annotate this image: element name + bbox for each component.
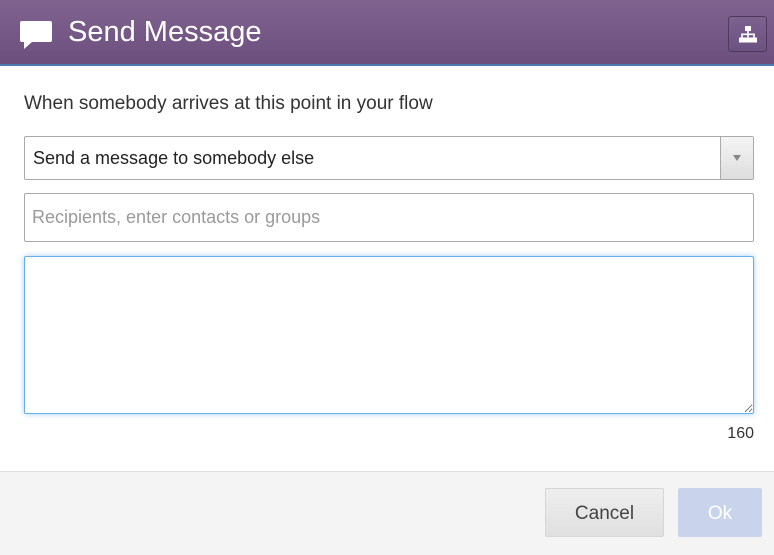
chevron-down-icon (733, 155, 741, 161)
flow-view-button[interactable] (728, 16, 767, 52)
action-select-value: Send a message to somebody else (33, 148, 315, 168)
action-select[interactable]: Send a message to somebody else (24, 136, 754, 180)
message-textarea[interactable] (24, 256, 754, 414)
dialog-title: Send Message (68, 16, 262, 48)
dialog-footer: Cancel Ok (0, 471, 774, 555)
cancel-button[interactable]: Cancel (545, 488, 664, 537)
recipients-input[interactable] (24, 193, 754, 242)
dialog-header: Send Message (0, 0, 774, 66)
send-message-dialog: Send Message When somebody arrives at th… (0, 0, 774, 555)
ok-button[interactable]: Ok (678, 488, 762, 537)
intro-text: When somebody arrives at this point in y… (24, 93, 433, 114)
action-select-toggle[interactable] (720, 137, 753, 179)
character-counter: 160 (727, 425, 754, 442)
message-bubble-icon (19, 20, 53, 50)
